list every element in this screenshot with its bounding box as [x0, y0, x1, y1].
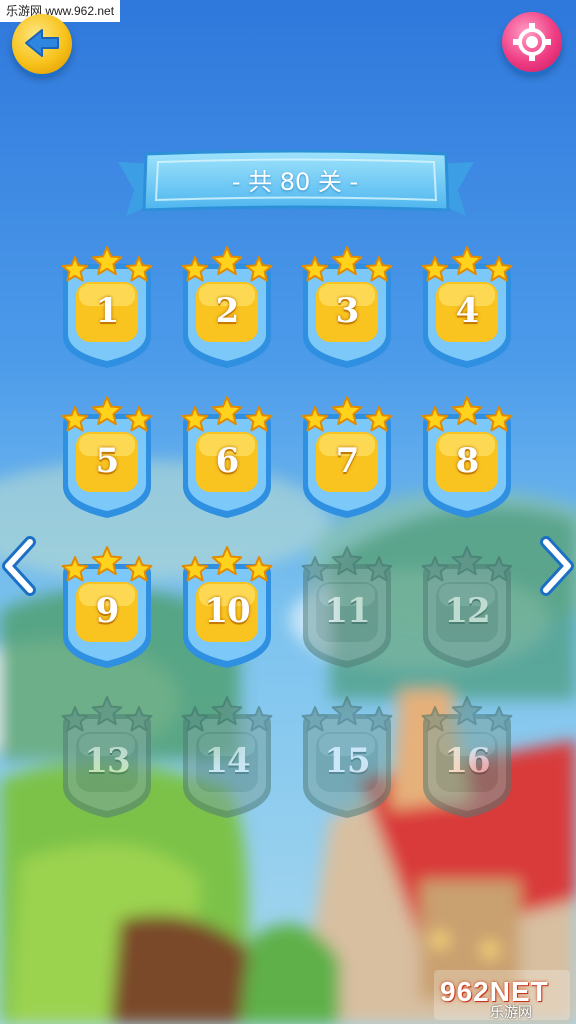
level-button-2[interactable]: 2 — [177, 246, 277, 376]
level-number: 5 — [95, 441, 120, 481]
level-button-9[interactable]: 9 — [57, 546, 157, 676]
watermark-sub: 乐游网 — [490, 1005, 532, 1021]
level-button-8[interactable]: 8 — [417, 396, 517, 526]
level-button-4[interactable]: 4 — [417, 246, 517, 376]
level-button-12[interactable]: 12 — [417, 546, 517, 676]
level-button-7[interactable]: 7 — [297, 396, 397, 526]
level-button-6[interactable]: 6 — [177, 396, 277, 526]
level-number: 1 — [95, 291, 120, 331]
page-title: - 共 80 关 - — [231, 168, 359, 196]
level-number: 16 — [444, 741, 490, 781]
level-button-15[interactable]: 15 — [297, 696, 397, 826]
level-number: 6 — [215, 441, 240, 481]
level-number: 7 — [335, 441, 360, 481]
level-button-10[interactable]: 10 — [177, 546, 277, 676]
level-number: 2 — [215, 291, 240, 331]
chevron-left-icon[interactable] — [0, 536, 40, 596]
level-number: 9 — [95, 591, 120, 631]
arrow-left-icon — [25, 29, 59, 57]
level-button-13[interactable]: 13 — [57, 696, 157, 826]
level-number: 14 — [204, 741, 250, 781]
level-select-screen: 乐游网 www.962.net - 共 80 关 - 1 2 3 4 5 6 7… — [0, 0, 576, 1024]
level-number: 12 — [444, 591, 490, 631]
level-button-1[interactable]: 1 — [57, 246, 157, 376]
level-button-3[interactable]: 3 — [297, 246, 397, 376]
level-number: 4 — [455, 291, 480, 331]
gear-icon — [513, 23, 551, 61]
level-number: 15 — [324, 741, 370, 781]
level-button-11[interactable]: 11 — [297, 546, 397, 676]
level-number: 3 — [335, 291, 360, 331]
chevron-right-icon[interactable] — [536, 536, 576, 596]
level-number: 13 — [84, 741, 130, 781]
level-number: 10 — [204, 591, 250, 631]
back-button[interactable] — [12, 14, 72, 74]
settings-button[interactable] — [502, 12, 562, 72]
level-button-5[interactable]: 5 — [57, 396, 157, 526]
level-button-14[interactable]: 14 — [177, 696, 277, 826]
level-number: 8 — [455, 441, 480, 481]
level-number: 11 — [324, 591, 370, 631]
level-button-16[interactable]: 16 — [417, 696, 517, 826]
